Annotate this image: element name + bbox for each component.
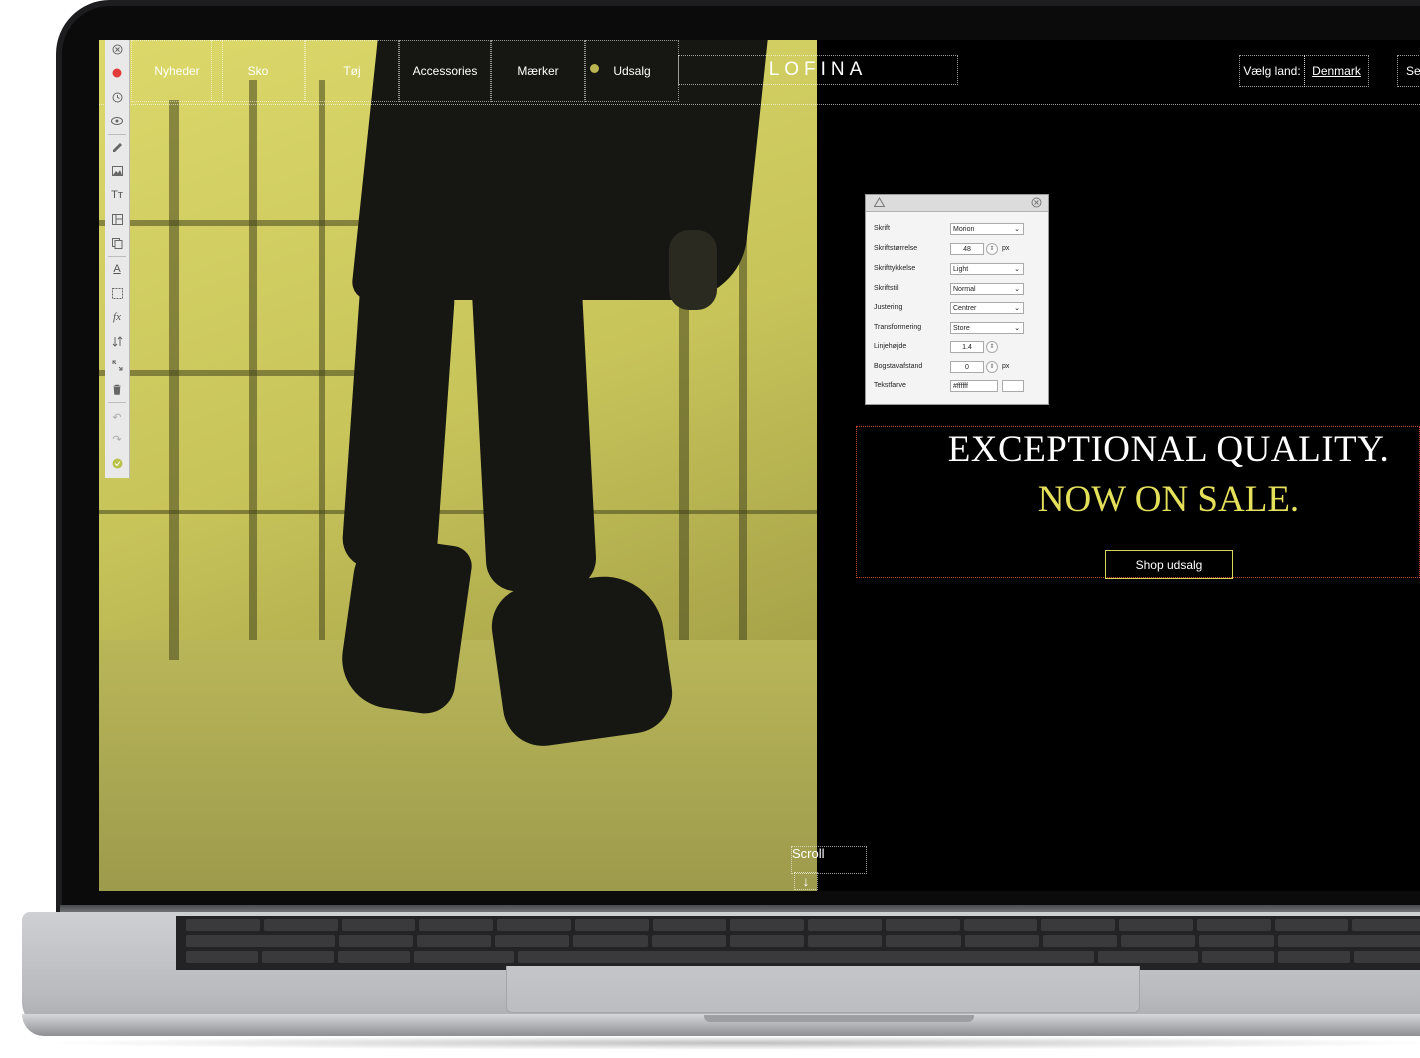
text-color-input[interactable]: #ffffff [950,380,998,392]
figure-right-leg [470,257,598,593]
undo-icon[interactable]: ↶ [108,408,126,426]
font-weight-label: Skrifttykkelse [874,265,916,272]
transform-label: Transformering [874,324,922,331]
search-button[interactable]: Se [1397,55,1420,87]
text-color-icon[interactable]: A [108,260,126,278]
nav-divider [99,104,1420,105]
copy-icon[interactable] [108,234,126,252]
redo-icon[interactable]: ↷ [108,430,126,448]
inspector-row-text-color: Tekstfarve #ffffff [874,380,1044,394]
letter-spacing-label: Bogstavafstand [874,363,923,370]
country-select[interactable]: Denmark [1304,55,1369,87]
keyboard-row [186,919,1420,931]
editor-toolbar: Tт A fx ↶ ↷ [105,40,130,478]
letter-spacing-unit: px [1002,363,1010,370]
nav-item-sko[interactable]: Sko [211,40,305,102]
text-style-inspector: Skrift Morion ⌄ Skriftstørrelse 48 ⇕ px S… [865,194,1049,405]
line-height-label: Linjehøjde [874,343,907,350]
close-icon[interactable] [108,40,126,58]
figure-hand [669,230,717,310]
keyboard-row [186,935,1420,947]
chevron-down-icon: ⌄ [1014,286,1020,293]
inspector-row-letter-spacing: Bogstavafstand 0 ⇕ px [874,361,1044,375]
shop-sale-button[interactable]: Shop udsalg [1105,550,1233,579]
pencil-icon[interactable] [108,138,126,156]
chevron-down-icon: ⌄ [1014,266,1020,273]
laptop-notch [704,1015,974,1022]
scroll-down-icon[interactable]: ↓ [794,872,818,890]
font-weight-select[interactable]: Light ⌄ [950,263,1024,275]
close-icon[interactable] [1031,197,1042,210]
figure-left-boot [335,532,475,718]
chevron-down-icon: ⌄ [1014,305,1020,312]
laptop-screen: Nyheder Sko Tøj Accessories Mærker Udsal… [99,40,1420,891]
scroll-label[interactable]: Scroll [791,846,867,874]
font-style-label: Skriftstil [874,285,899,292]
record-icon[interactable] [108,64,126,82]
laptop-shadow [40,1036,1420,1050]
align-label: Justering [874,304,903,311]
text-color-label: Tekstfarve [874,382,906,389]
function-icon[interactable]: fx [108,308,126,326]
figure-left-leg [340,267,457,573]
hero-headline[interactable]: EXCEPTIONAL QUALITY. [856,428,1420,471]
font-size-label: Skriftstørrelse [874,245,918,252]
check-icon[interactable] [108,454,126,472]
text-size-icon[interactable]: Tт [108,186,126,204]
line-height-input[interactable]: 1.4 [950,341,984,353]
nav-item-maerker[interactable]: Mærker [491,40,585,102]
figure-right-boot [486,568,678,752]
font-size-stepper[interactable]: ⇕ [986,243,998,255]
hero-subheadline[interactable]: NOW ON SALE. [856,478,1420,521]
font-size-input[interactable]: 48 [950,243,984,255]
eye-icon[interactable] [108,112,126,130]
chevron-down-icon: ⌄ [1014,226,1020,233]
letter-spacing-input[interactable]: 0 [950,361,984,373]
sort-icon[interactable] [108,332,126,350]
hero-photo [99,40,817,891]
inspector-row-align: Justering Centrer ⌄ [874,302,1044,316]
inspector-row-font-style: Skriftstil Normal ⌄ [874,283,1044,297]
warning-icon [873,197,886,209]
nav-item-udsalg[interactable]: Udsalg [585,40,679,102]
resize-icon[interactable] [108,356,126,374]
clock-icon[interactable] [108,88,126,106]
keyboard-row [186,951,1420,963]
font-label: Skrift [874,225,890,232]
trackpad [506,966,1140,1013]
country-label: Vælg land: [1239,55,1305,87]
font-style-select[interactable]: Normal ⌄ [950,283,1024,295]
align-select[interactable]: Centrer ⌄ [950,302,1024,314]
inspector-header [866,195,1048,212]
nav-item-accessories[interactable]: Accessories [399,40,491,102]
font-select[interactable]: Morion ⌄ [950,223,1024,235]
inspector-row-font-size: Skriftstørrelse 48 ⇕ px [874,243,1044,257]
settings-dot-icon [590,64,599,73]
layout-icon[interactable] [108,210,126,228]
inspector-row-font-weight: Skrifttykkelse Light ⌄ [874,263,1044,277]
letter-spacing-stepper[interactable]: ⇕ [986,361,998,373]
top-navigation: Nyheder Sko Tøj Accessories Mærker Udsal… [99,40,1420,105]
transform-select[interactable]: Store ⌄ [950,322,1024,334]
text-color-swatch[interactable] [1002,380,1024,392]
chevron-down-icon: ⌄ [1014,325,1020,332]
nav-item-nyheder[interactable]: Nyheder [131,40,223,102]
image-icon[interactable] [108,162,126,180]
nav-item-toj[interactable]: Tøj [305,40,399,102]
trash-icon[interactable] [108,380,126,398]
inspector-row-line-height: Linjehøjde 1.4 ⇕ [874,341,1044,355]
brand-logo[interactable]: LOFINA [678,55,958,85]
inspector-row-font: Skrift Morion ⌄ [874,223,1044,237]
font-size-unit: px [1002,245,1010,252]
line-height-stepper[interactable]: ⇕ [986,341,998,353]
photo-floor [99,640,817,891]
frame-icon[interactable] [108,284,126,302]
inspector-row-transform: Transformering Store ⌄ [874,322,1044,336]
